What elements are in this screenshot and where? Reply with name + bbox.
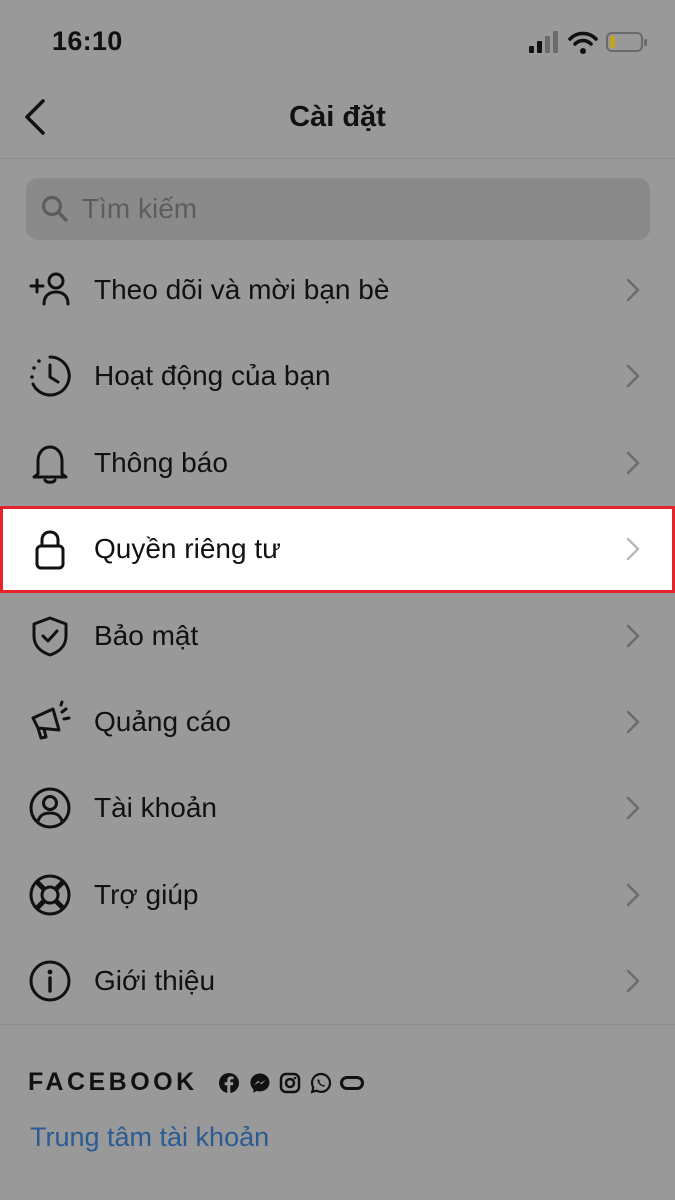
chevron-right-icon	[626, 451, 640, 475]
menu-item-label: Hoạt động của bạn	[94, 360, 331, 392]
menu-item-notifications[interactable]: Thông báo	[0, 420, 675, 506]
messenger-icon	[250, 1073, 270, 1093]
search-box[interactable]	[26, 178, 650, 240]
whatsapp-icon	[310, 1072, 331, 1093]
menu-item-label: Trợ giúp	[94, 878, 199, 910]
page-title: Cài đặt	[289, 101, 386, 133]
menu-item-label: Giới thiệu	[94, 965, 216, 997]
cellular-signal-icon	[529, 31, 558, 53]
facebook-section: FACEBOOK	[28, 1068, 368, 1097]
search-icon	[41, 195, 68, 222]
menu-item-follow-invite[interactable]: Theo dõi và mời bạn bè	[0, 247, 675, 333]
status-bar: 16:10	[0, 0, 675, 84]
menu-item-label: Tài khoản	[94, 792, 217, 824]
chevron-right-icon	[626, 537, 640, 561]
nav-bar: Cài đặt	[0, 84, 675, 159]
chevron-right-icon	[626, 624, 640, 647]
menu-item-account[interactable]: Tài khoản	[0, 765, 675, 851]
menu-item-your-activity[interactable]: Hoạt động của bạn	[0, 333, 675, 419]
facebook-brand: FACEBOOK	[28, 1068, 198, 1096]
menu-item-label: Bảo mật	[94, 619, 199, 651]
accounts-center-link[interactable]: Trung tâm tài khoản	[30, 1122, 269, 1153]
chevron-right-icon	[626, 278, 640, 302]
account-circle-icon	[29, 787, 71, 829]
menu-item-label: Quyền riêng tư	[94, 533, 281, 565]
facebook-icon	[219, 1072, 240, 1093]
bell-icon	[32, 445, 68, 484]
battery-icon	[606, 32, 647, 52]
status-time: 16:10	[52, 26, 123, 56]
info-icon	[29, 960, 71, 1002]
menu-item-security[interactable]: Bảo mật	[0, 593, 675, 679]
facebook-app-icons	[218, 1072, 368, 1094]
lock-icon	[35, 530, 65, 570]
menu-item-help[interactable]: Trợ giúp	[0, 852, 675, 938]
status-icons	[529, 28, 649, 56]
oculus-icon	[339, 1075, 364, 1090]
menu-item-label: Theo dõi và mời bạn bè	[94, 274, 390, 305]
settings-menu: Theo dõi và mời bạn bè Hoạt động của bạn…	[0, 247, 675, 1025]
chevron-right-icon	[626, 883, 640, 906]
menu-item-ads[interactable]: Quảng cáo	[0, 679, 675, 765]
chevron-right-icon	[626, 969, 640, 993]
chevron-right-icon	[626, 797, 640, 820]
menu-item-label: Thông báo	[94, 446, 228, 478]
section-divider	[0, 1024, 675, 1025]
chevron-right-icon	[626, 710, 640, 734]
add-person-icon	[29, 272, 70, 306]
shield-check-icon	[32, 616, 68, 657]
wifi-icon	[568, 31, 598, 54]
menu-item-label: Quảng cáo	[94, 705, 231, 737]
search-input[interactable]	[82, 178, 622, 240]
lifebuoy-icon	[29, 874, 71, 916]
menu-item-about[interactable]: Giới thiệu	[0, 938, 675, 1024]
instagram-icon	[279, 1072, 301, 1093]
megaphone-icon	[31, 700, 71, 740]
activity-clock-icon	[30, 355, 71, 397]
menu-item-privacy[interactable]: Quyền riêng tư	[0, 506, 675, 593]
chevron-right-icon	[626, 365, 640, 388]
